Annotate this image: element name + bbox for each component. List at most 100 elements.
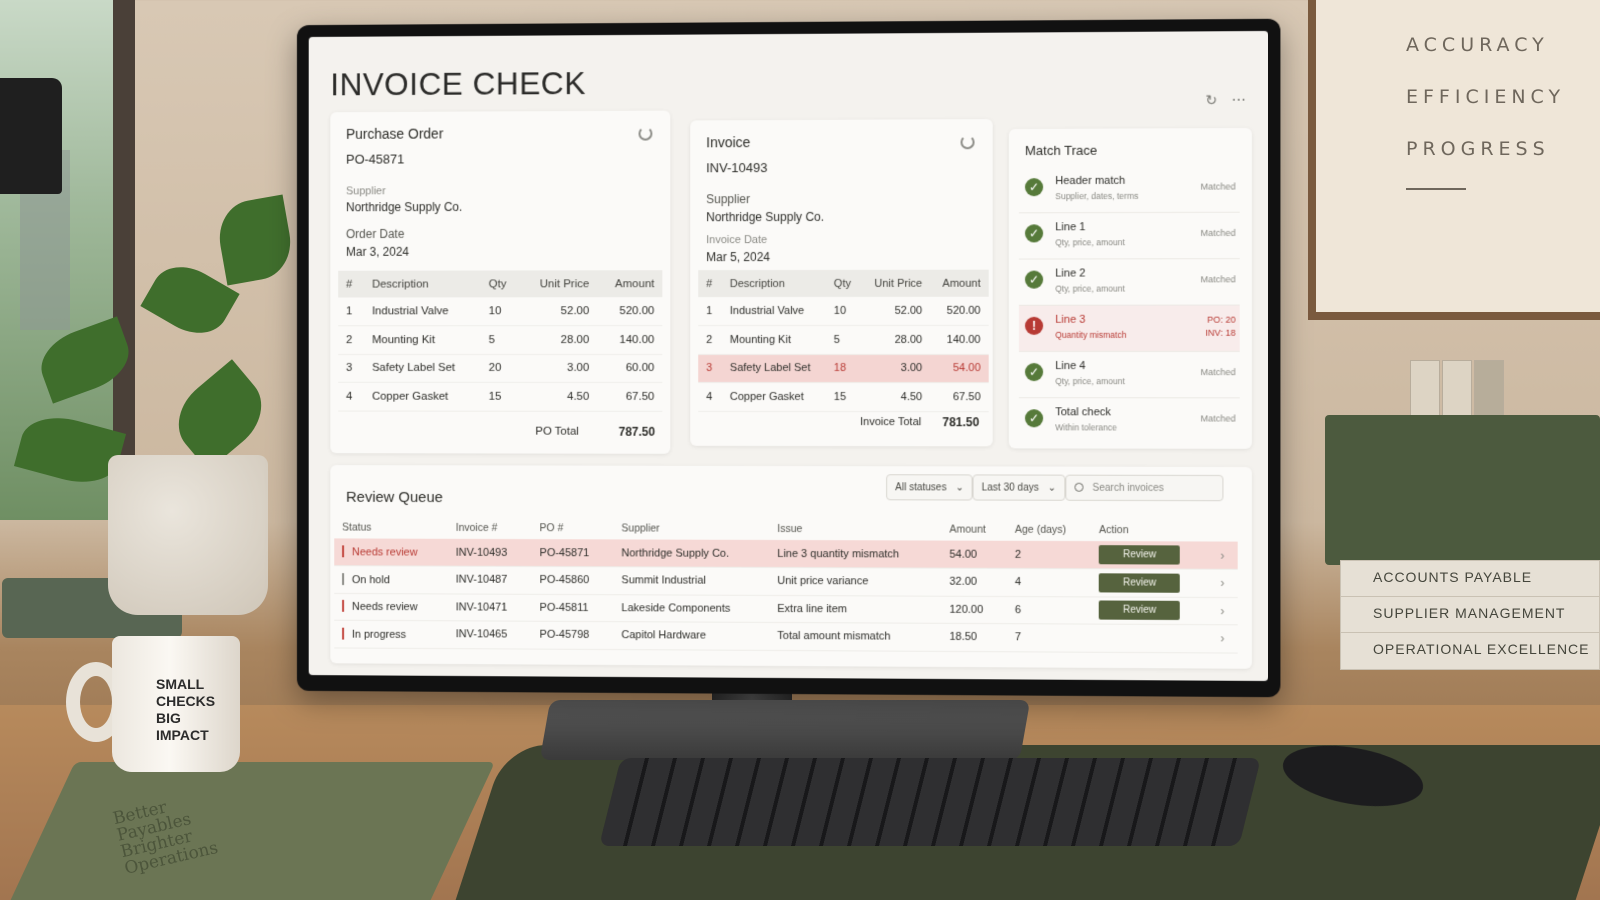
plant-leaf [213, 194, 297, 286]
table-row[interactable]: 4 Copper Gasket 15 4.50 67.50 [698, 382, 989, 412]
trace-item-line-3[interactable]: ! Line 3 Quantity mismatch PO: 20 INV: 1… [1018, 305, 1240, 352]
trace-detail: Qty, price, amount [1055, 376, 1125, 387]
supplier-value: Northridge Supply Co. [706, 209, 825, 225]
line-unit-price: 52.00 [861, 296, 931, 326]
notebook [5, 762, 495, 900]
line-number: 4 [698, 382, 722, 411]
line-qty: 15 [480, 382, 521, 411]
line-unit-price: 4.50 [520, 382, 598, 411]
status-text: On hold [351, 573, 390, 586]
column-header: Description [721, 269, 826, 298]
status-text: Needs review [351, 546, 418, 559]
chevron-down-icon: ⌄ [1047, 482, 1057, 494]
amount: 18.50 [941, 623, 1007, 652]
status-filter-dropdown[interactable]: All statuses ⌄ [886, 474, 973, 501]
trace-item-line-2[interactable]: ✓ Line 2 Qty, price, amount Matched [1018, 259, 1240, 306]
table-row[interactable]: 2 Mounting Kit 5 28.00 140.00 [698, 325, 989, 355]
line-amount: 60.00 [597, 354, 663, 383]
column-header: Invoice # [455, 521, 498, 535]
column-header: Action [1099, 524, 1129, 537]
supplier-label: Supplier [706, 192, 751, 207]
trace-name: Total check [1055, 406, 1111, 419]
review-button[interactable]: Review [1099, 573, 1181, 593]
table-row[interactable]: 1 Industrial Valve 10 52.00 520.00 [338, 297, 663, 326]
trace-status: Matched [1200, 413, 1236, 424]
chevron-right-icon[interactable]: › [1212, 541, 1238, 570]
supplier: Lakeside Components [613, 594, 770, 623]
table-row[interactable]: In progress INV-10465 PO-45798 Capitol H… [334, 620, 1238, 653]
invoice-number: INV-10465 [447, 620, 532, 649]
trace-item-line-1[interactable]: ✓ Line 1 Qty, price, amount Matched [1018, 212, 1240, 260]
check-icon: ✓ [1024, 224, 1044, 243]
review-button[interactable]: Review [1099, 545, 1181, 565]
issue: Total amount mismatch [769, 622, 942, 651]
chevron-right-icon[interactable]: › [1212, 596, 1238, 625]
line-amount: 67.50 [597, 382, 663, 411]
purchase-order-card: Purchase Order PO-45871 Supplier Northri… [330, 110, 671, 454]
line-unit-price: 3.00 [520, 354, 598, 383]
more-options-icon[interactable]: ⋯ [1232, 92, 1246, 109]
invoice-total-value: 781.50 [942, 415, 980, 430]
invoice-date-label: Invoice Date [706, 234, 768, 247]
table-row[interactable]: 2 Mounting Kit 5 28.00 140.00 [338, 325, 663, 355]
trace-item-total[interactable]: ✓ Total check Within tolerance Matched [1019, 398, 1240, 445]
table-header: # Description Qty Unit Price Amount [338, 270, 663, 298]
table-row[interactable]: 3 Safety Label Set 20 3.00 60.00 [338, 354, 663, 383]
po-number: PO-45871 [346, 151, 405, 167]
invoice-number: INV-10493 [706, 160, 768, 176]
keyboard [599, 758, 1261, 846]
line-amount: 67.50 [930, 382, 989, 412]
line-number: 1 [338, 297, 365, 326]
line-qty: 10 [480, 297, 521, 326]
line-unit-price: 52.00 [520, 297, 598, 326]
refresh-icon[interactable] [638, 126, 653, 141]
supplier: Summit Industrial [613, 566, 770, 595]
book-accounts-payable: ACCOUNTS PAYABLE [1340, 560, 1600, 598]
card-title: Invoice [706, 134, 751, 151]
mug-text: SMALL CHECKS BIG IMPACT [156, 676, 216, 743]
table-row[interactable]: On hold INV-10487 PO-45860 Summit Indust… [334, 565, 1238, 598]
check-icon: ✓ [1024, 270, 1044, 289]
table-row-mismatch[interactable]: 3 Safety Label Set 18 3.00 54.00 [698, 353, 989, 383]
line-number: 2 [338, 325, 365, 355]
status-cell: On hold [334, 565, 448, 594]
po-number: PO-45860 [531, 566, 614, 595]
invoice-number: INV-10493 [447, 538, 532, 567]
table-row[interactable]: Needs review INV-10493 PO-45871 Northrid… [334, 538, 1238, 570]
action-cell [1090, 624, 1213, 653]
line-unit-price: 28.00 [861, 325, 931, 354]
trace-item-line-4[interactable]: ✓ Line 4 Qty, price, amount Matched [1018, 351, 1240, 399]
table-header: Status Invoice # PO # Supplier Issue Amo… [334, 517, 1237, 542]
status-filter-value: All statuses [895, 482, 947, 494]
table-row[interactable]: 4 Copper Gasket 15 4.50 67.50 [338, 382, 663, 411]
trace-item-header[interactable]: ✓ Header match Supplier, dates, terms Ma… [1018, 166, 1240, 214]
refresh-icon[interactable]: ↻ [1205, 92, 1217, 109]
supplier-label: Supplier [346, 185, 386, 198]
line-unit-price: 4.50 [861, 382, 931, 412]
trace-name: Line 3 [1055, 313, 1086, 326]
date-range-dropdown[interactable]: Last 30 days ⌄ [972, 474, 1066, 501]
issue: Unit price variance [769, 567, 942, 596]
status-text: In progress [351, 628, 407, 641]
status-indicator [342, 545, 345, 558]
trace-status-po: PO: 20 [1207, 314, 1236, 325]
column-header: Amount [930, 269, 989, 297]
refresh-icon[interactable] [960, 135, 975, 150]
table-row[interactable]: 1 Industrial Valve 10 52.00 520.00 [698, 296, 989, 326]
chevron-right-icon[interactable]: › [1212, 624, 1238, 653]
top-toolbar: ↻ ⋯ [1205, 92, 1245, 109]
check-icon: ✓ [1024, 363, 1044, 382]
issue: Extra line item [769, 594, 942, 624]
trace-name: Header match [1055, 174, 1126, 188]
line-description: Safety Label Set [721, 353, 826, 383]
chevron-down-icon: ⌄ [955, 482, 964, 494]
order-date-value: Mar 3, 2024 [346, 244, 410, 259]
review-button[interactable]: Review [1099, 600, 1181, 621]
search-input[interactable]: Search invoices [1065, 474, 1224, 502]
chevron-right-icon[interactable]: › [1212, 569, 1238, 598]
line-qty: 20 [480, 354, 521, 383]
column-header: Status [342, 521, 372, 534]
supplier-value: Northridge Supply Co. [346, 199, 463, 215]
line-number: 2 [698, 325, 722, 355]
status-indicator [342, 627, 345, 640]
